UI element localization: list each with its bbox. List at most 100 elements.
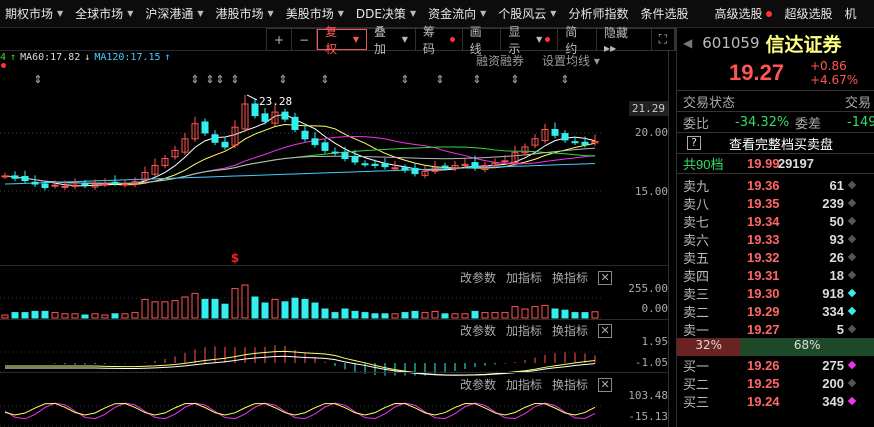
total-volume: 29197: [777, 156, 814, 171]
order-dot-icon: [847, 288, 857, 298]
candle-body: [301, 130, 309, 140]
menu-item-label: 高级选股: [714, 7, 763, 21]
help-icon[interactable]: ?: [687, 136, 701, 150]
menu-item[interactable]: 机: [840, 5, 864, 22]
volume-bar: [481, 312, 489, 319]
price-axis: 21.29 20.00 15.00 255.00 0.00 1.95 -1.05…: [604, 66, 668, 427]
close-icon[interactable]: ✕: [598, 377, 613, 392]
add-indicator-button[interactable]: 加指标: [506, 269, 542, 286]
level-label: 卖六: [683, 232, 710, 248]
volume-bar: [141, 298, 149, 319]
overlay-button[interactable]: 叠加 ▼: [367, 25, 416, 56]
arrow-down-icon: ↓: [84, 52, 91, 63]
ma-legend: 4 ↑ MA60:17.82 ↓ MA120:17.15 ↑: [0, 52, 171, 66]
ask-row[interactable]: 卖八 19.35 239: [677, 194, 874, 212]
draw-line-button[interactable]: 画线: [463, 25, 502, 56]
kdj-panel-header: 改参数 加指标 换指标 ✕: [460, 376, 613, 393]
volume-bar: [291, 297, 299, 319]
candle-body: [411, 167, 419, 175]
volume-bar: [511, 306, 519, 319]
ask-row[interactable]: 卖二 19.29 334: [677, 302, 874, 320]
zoom-out-button[interactable]: −: [292, 29, 318, 50]
event-marker-icon: ⇕: [320, 73, 329, 86]
hide-button[interactable]: 隐藏 ▸▸: [597, 26, 652, 55]
panel-divider: [0, 372, 668, 373]
menu-item[interactable]: 条件选股: [635, 5, 695, 22]
menu-item[interactable]: 高级选股: [709, 5, 779, 22]
chevron-down-icon: ▼: [337, 9, 344, 18]
event-marker-icon: ⇕: [400, 73, 409, 86]
change-params-button[interactable]: 改参数: [460, 322, 496, 339]
close-icon[interactable]: ✕: [598, 270, 613, 285]
chart-toolbar: + − 复权 ▼ 叠加 ▼ 筹码 画线 显示 ▼ 简约 隐藏 ▸▸ ⛶: [0, 25, 676, 68]
menu-item[interactable]: DDE决策 ▼: [351, 5, 423, 22]
volume-bar: [461, 313, 469, 319]
candle-body: [111, 181, 119, 184]
menu-item[interactable]: 个股风云 ▼: [493, 5, 563, 22]
volume-bar: [441, 313, 449, 319]
swap-indicator-button[interactable]: 换指标: [552, 269, 588, 286]
panel-divider: [0, 265, 668, 266]
candle-body: [51, 184, 59, 187]
add-indicator-button[interactable]: 加指标: [506, 322, 542, 339]
candle-body: [31, 181, 39, 185]
bid-row[interactable]: 买一 19.26 275: [677, 356, 874, 374]
ask-row[interactable]: 卖三 19.30 918: [677, 284, 874, 302]
ask-row[interactable]: 卖五 19.32 26: [677, 248, 874, 266]
swap-indicator-button[interactable]: 换指标: [552, 376, 588, 393]
ask-row[interactable]: 卖四 19.31 18: [677, 266, 874, 284]
display-button[interactable]: 显示 ▼: [501, 25, 559, 56]
candle-body: [441, 165, 449, 168]
menu-item-label: 分析师指数: [568, 7, 629, 21]
volume-bar: [131, 312, 139, 319]
arrow-up-icon: ↑: [10, 52, 17, 63]
chevron-down-icon: ▼: [127, 9, 134, 18]
event-marker-icon: ⇕: [472, 73, 481, 86]
zoom-in-button[interactable]: +: [267, 29, 293, 50]
add-indicator-button[interactable]: 加指标: [506, 376, 542, 393]
menu-item[interactable]: 全球市场 ▼: [70, 5, 140, 22]
ask-row[interactable]: 卖六 19.33 93: [677, 230, 874, 248]
fullscreen-icon[interactable]: ⛶: [652, 29, 675, 50]
chevron-down-icon: ▼: [57, 9, 64, 18]
ma120-value: MA120:17.15: [94, 52, 161, 63]
menu-item[interactable]: 沪深港通 ▼: [140, 5, 210, 22]
candle-body: [401, 167, 409, 171]
ask-row[interactable]: 卖一 19.27 5: [677, 320, 874, 338]
menu-item[interactable]: 分析师指数: [563, 5, 635, 22]
candle-body: [501, 160, 509, 163]
ask-row[interactable]: 卖九 19.36 61: [677, 176, 874, 194]
menu-item[interactable]: 超级选股: [779, 5, 839, 22]
total-levels-label: 共90档: [683, 157, 724, 172]
volume-bar: [401, 312, 409, 319]
bid-row[interactable]: 买三 19.24 349: [677, 392, 874, 410]
close-icon[interactable]: ✕: [598, 323, 613, 338]
full-book-button[interactable]: ? 查看完整档买卖盘: [677, 132, 874, 153]
volume-bar: [571, 312, 579, 319]
bid-row[interactable]: 买二 19.25 200: [677, 374, 874, 392]
axis-tick: 0.00: [641, 302, 669, 315]
simple-mode-button[interactable]: 简约: [558, 25, 598, 56]
menu-item[interactable]: 期权市场 ▼: [0, 5, 70, 22]
swap-indicator-button[interactable]: 换指标: [552, 322, 588, 339]
level-volume: 275: [822, 357, 844, 373]
candle-body: [571, 141, 579, 144]
volume-bar: [591, 311, 599, 319]
collapse-left-icon[interactable]: ◀: [683, 36, 692, 50]
chips-button[interactable]: 筹码: [416, 25, 463, 56]
ask-row[interactable]: 卖七 19.34 50: [677, 212, 874, 230]
order-dot-icon: [847, 324, 857, 334]
axis-tick: 103.48: [628, 389, 668, 402]
menu-item[interactable]: 港股市场 ▼: [211, 5, 281, 22]
menu-item[interactable]: 资金流向 ▼: [423, 5, 493, 22]
change-params-button[interactable]: 改参数: [460, 376, 496, 393]
menu-item[interactable]: 美股市场 ▼: [281, 5, 351, 22]
level-price: 19.36: [747, 177, 780, 193]
level-price: 19.29: [747, 303, 780, 319]
change-params-button[interactable]: 改参数: [460, 269, 496, 286]
fuquan-button[interactable]: 复权 ▼: [317, 25, 367, 56]
kdj-k-line: [4, 402, 596, 420]
price-change: +0.86: [810, 59, 847, 73]
level-price: 19.33: [747, 231, 780, 247]
menu-item-label: 美股市场: [285, 7, 334, 21]
